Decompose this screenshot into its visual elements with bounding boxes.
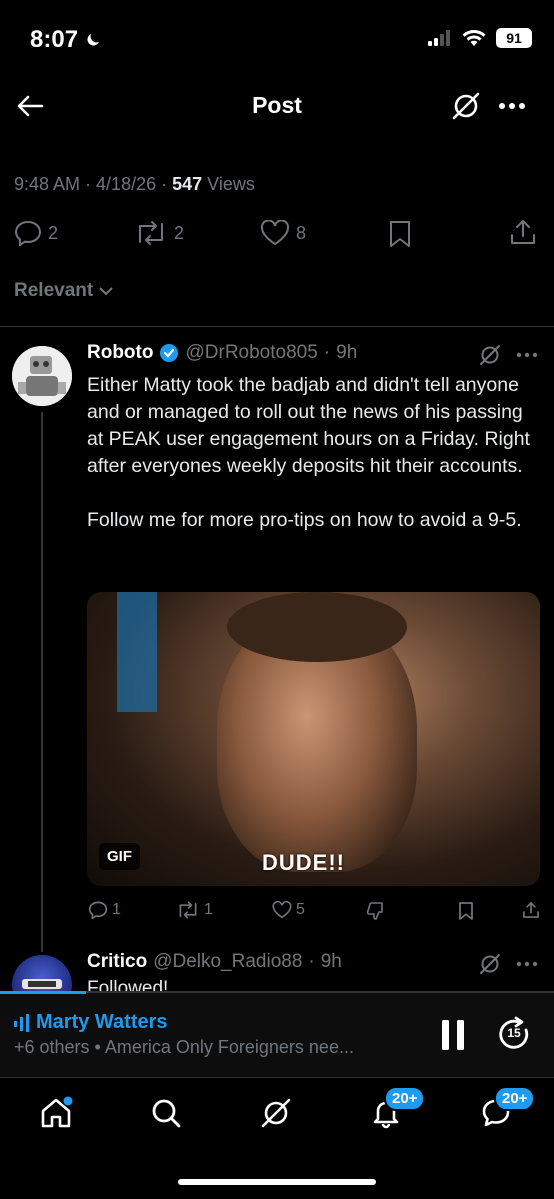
like-count: 8 bbox=[296, 222, 307, 243]
reply-text: Either Matty took the badjab and didn't … bbox=[87, 372, 537, 534]
reply-author: Critico @Delko_Radio88 · 9h bbox=[87, 951, 342, 973]
author-handle[interactable]: @DrRoboto805 bbox=[185, 342, 317, 364]
battery-indicator: 91 bbox=[496, 28, 532, 48]
player-subtitle: +6 others • America Only Foreigners nee.… bbox=[14, 1037, 354, 1057]
wifi-icon bbox=[462, 29, 486, 47]
share-icon[interactable] bbox=[509, 218, 537, 246]
player-title[interactable]: Marty Watters bbox=[14, 1011, 168, 1034]
reply-button[interactable]: 1 bbox=[88, 901, 121, 919]
like-icon bbox=[272, 901, 292, 919]
avatar[interactable] bbox=[12, 346, 72, 406]
skip-forward-icon[interactable]: 15 bbox=[496, 1016, 532, 1052]
sort-label: Relevant bbox=[14, 280, 94, 301]
reply-age: 9h bbox=[320, 951, 342, 972]
home-indicator[interactable] bbox=[178, 1179, 376, 1185]
bookmark-icon[interactable] bbox=[388, 220, 412, 248]
repost-button[interactable]: 2 bbox=[134, 220, 184, 246]
moon-icon bbox=[84, 31, 102, 49]
author-handle[interactable]: @Delko_Radio88 bbox=[153, 951, 302, 973]
reply-count: 2 bbox=[48, 222, 59, 243]
repost-icon bbox=[176, 901, 200, 919]
status-indicators: 91 bbox=[428, 28, 532, 48]
player-progress bbox=[0, 991, 86, 994]
more-icon[interactable] bbox=[498, 102, 526, 110]
downvote-icon[interactable] bbox=[366, 901, 386, 921]
chevron-down-icon bbox=[99, 286, 113, 296]
repost-count: 1 bbox=[204, 901, 213, 918]
like-button[interactable]: 8 bbox=[260, 220, 306, 246]
clock-text: 8:07 bbox=[30, 26, 79, 53]
more-icon[interactable] bbox=[516, 352, 538, 358]
more-icon[interactable] bbox=[516, 961, 538, 967]
reply-age: 9h bbox=[336, 342, 358, 363]
reply-paragraph: Either Matty took the badjab and didn't … bbox=[87, 374, 530, 477]
views-label: Views bbox=[207, 174, 255, 194]
like-icon bbox=[260, 220, 290, 246]
reply-author: Roboto @DrRoboto805 · 9h bbox=[87, 342, 358, 364]
post-meta: 9:48 AM · 4/18/26 · 547 Views bbox=[14, 174, 255, 194]
author-name[interactable]: Critico bbox=[87, 951, 147, 973]
pause-icon[interactable] bbox=[440, 1018, 466, 1052]
player-host: Marty Watters bbox=[36, 1011, 168, 1033]
search-icon[interactable] bbox=[146, 1093, 186, 1133]
grok-icon[interactable] bbox=[478, 952, 502, 976]
sort-dropdown[interactable]: Relevant bbox=[14, 280, 113, 302]
grok-icon[interactable] bbox=[256, 1093, 296, 1133]
reply-button[interactable]: 2 bbox=[14, 220, 58, 246]
gif-media[interactable]: GIF DUDE!! bbox=[87, 592, 540, 886]
audio-player[interactable] bbox=[0, 991, 554, 1077]
reply-paragraph: Follow me for more pro-tips on how to av… bbox=[87, 509, 522, 531]
like-count: 5 bbox=[296, 901, 305, 918]
gif-background-shape bbox=[117, 592, 157, 712]
home-icon[interactable] bbox=[36, 1093, 76, 1133]
views-count: 547 bbox=[172, 174, 203, 194]
repost-icon bbox=[134, 220, 168, 246]
gif-caption: DUDE!! bbox=[262, 850, 345, 875]
repost-count: 2 bbox=[174, 222, 185, 243]
status-time: 8:07 bbox=[30, 26, 102, 54]
verified-icon bbox=[159, 343, 179, 363]
skip-label: 15 bbox=[507, 1026, 521, 1040]
share-icon[interactable] bbox=[522, 900, 540, 920]
gif-hair-shape bbox=[227, 592, 407, 662]
reply-icon bbox=[88, 901, 108, 919]
reply-count: 1 bbox=[112, 901, 121, 918]
post-date: 4/18/26 bbox=[96, 174, 157, 194]
gif-badge: GIF bbox=[99, 843, 140, 870]
reply-icon bbox=[14, 220, 42, 246]
bookmark-icon[interactable] bbox=[458, 901, 474, 921]
messages-badge: 20+ bbox=[494, 1086, 536, 1111]
reply-text: Followed! bbox=[87, 978, 169, 992]
divider bbox=[0, 326, 554, 327]
like-button[interactable]: 5 bbox=[272, 901, 305, 919]
audio-bars-icon bbox=[14, 1013, 30, 1032]
notifications-badge: 20+ bbox=[384, 1086, 426, 1111]
author-name[interactable]: Roboto bbox=[87, 342, 153, 364]
repost-button[interactable]: 1 bbox=[176, 901, 213, 919]
grok-icon[interactable] bbox=[478, 343, 502, 367]
post-time: 9:48 AM bbox=[14, 174, 81, 194]
thread-line bbox=[41, 412, 43, 952]
signal-icon bbox=[428, 30, 452, 46]
grok-icon[interactable] bbox=[450, 90, 482, 122]
